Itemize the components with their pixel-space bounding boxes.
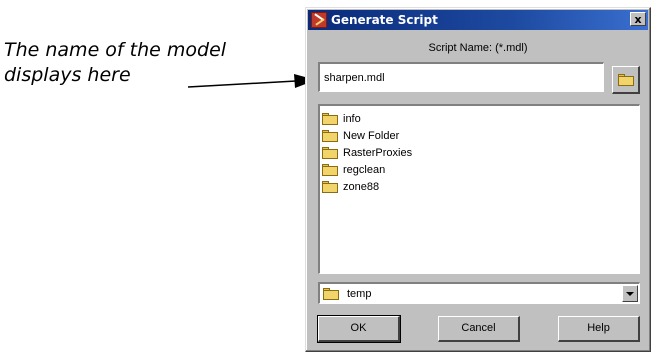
list-item[interactable]: New Folder [320, 127, 639, 144]
callout-line-2: displays here [4, 64, 131, 86]
folder-name: RasterProxies [343, 146, 413, 159]
help-button[interactable]: Help [558, 316, 640, 342]
chevron-down-icon[interactable] [622, 285, 638, 302]
directory-select-value: temp [347, 287, 372, 300]
callout-line-1: The name of the model [4, 39, 227, 61]
list-item[interactable]: zone88 [320, 178, 639, 195]
directory-select[interactable]: temp [318, 282, 640, 304]
list-item[interactable]: info [320, 110, 639, 127]
list-item[interactable]: RasterProxies [320, 144, 639, 161]
folder-name: zone88 [343, 180, 380, 193]
folder-icon [322, 112, 338, 125]
folder-name: info [343, 112, 361, 125]
browse-folder-button[interactable] [612, 66, 640, 94]
dialog-title: Generate Script [331, 13, 438, 27]
close-button[interactable]: x [630, 12, 646, 26]
folder-name: New Folder [343, 129, 400, 142]
folder-name: regclean [343, 163, 386, 176]
folder-icon [322, 180, 338, 193]
app-icon [311, 12, 327, 28]
folder-icon [322, 129, 338, 142]
script-name-input[interactable] [318, 62, 604, 92]
list-item[interactable]: regclean [320, 161, 639, 178]
folder-list[interactable]: info New Folder RasterProxies regclean z… [318, 104, 640, 274]
ok-button[interactable]: OK [317, 315, 401, 343]
cancel-button[interactable]: Cancel [438, 316, 520, 342]
script-name-label: Script Name: (*.mdl) [428, 42, 528, 54]
open-folder-icon [618, 74, 634, 86]
folder-icon [322, 163, 338, 176]
folder-icon [323, 287, 339, 300]
title-bar[interactable]: Generate Script x [308, 10, 648, 30]
folder-icon [322, 146, 338, 159]
generate-script-dialog: Generate Script x Script Name: (*.mdl) i… [305, 7, 651, 352]
callout-annotation: The name of the model displays here [4, 38, 304, 88]
